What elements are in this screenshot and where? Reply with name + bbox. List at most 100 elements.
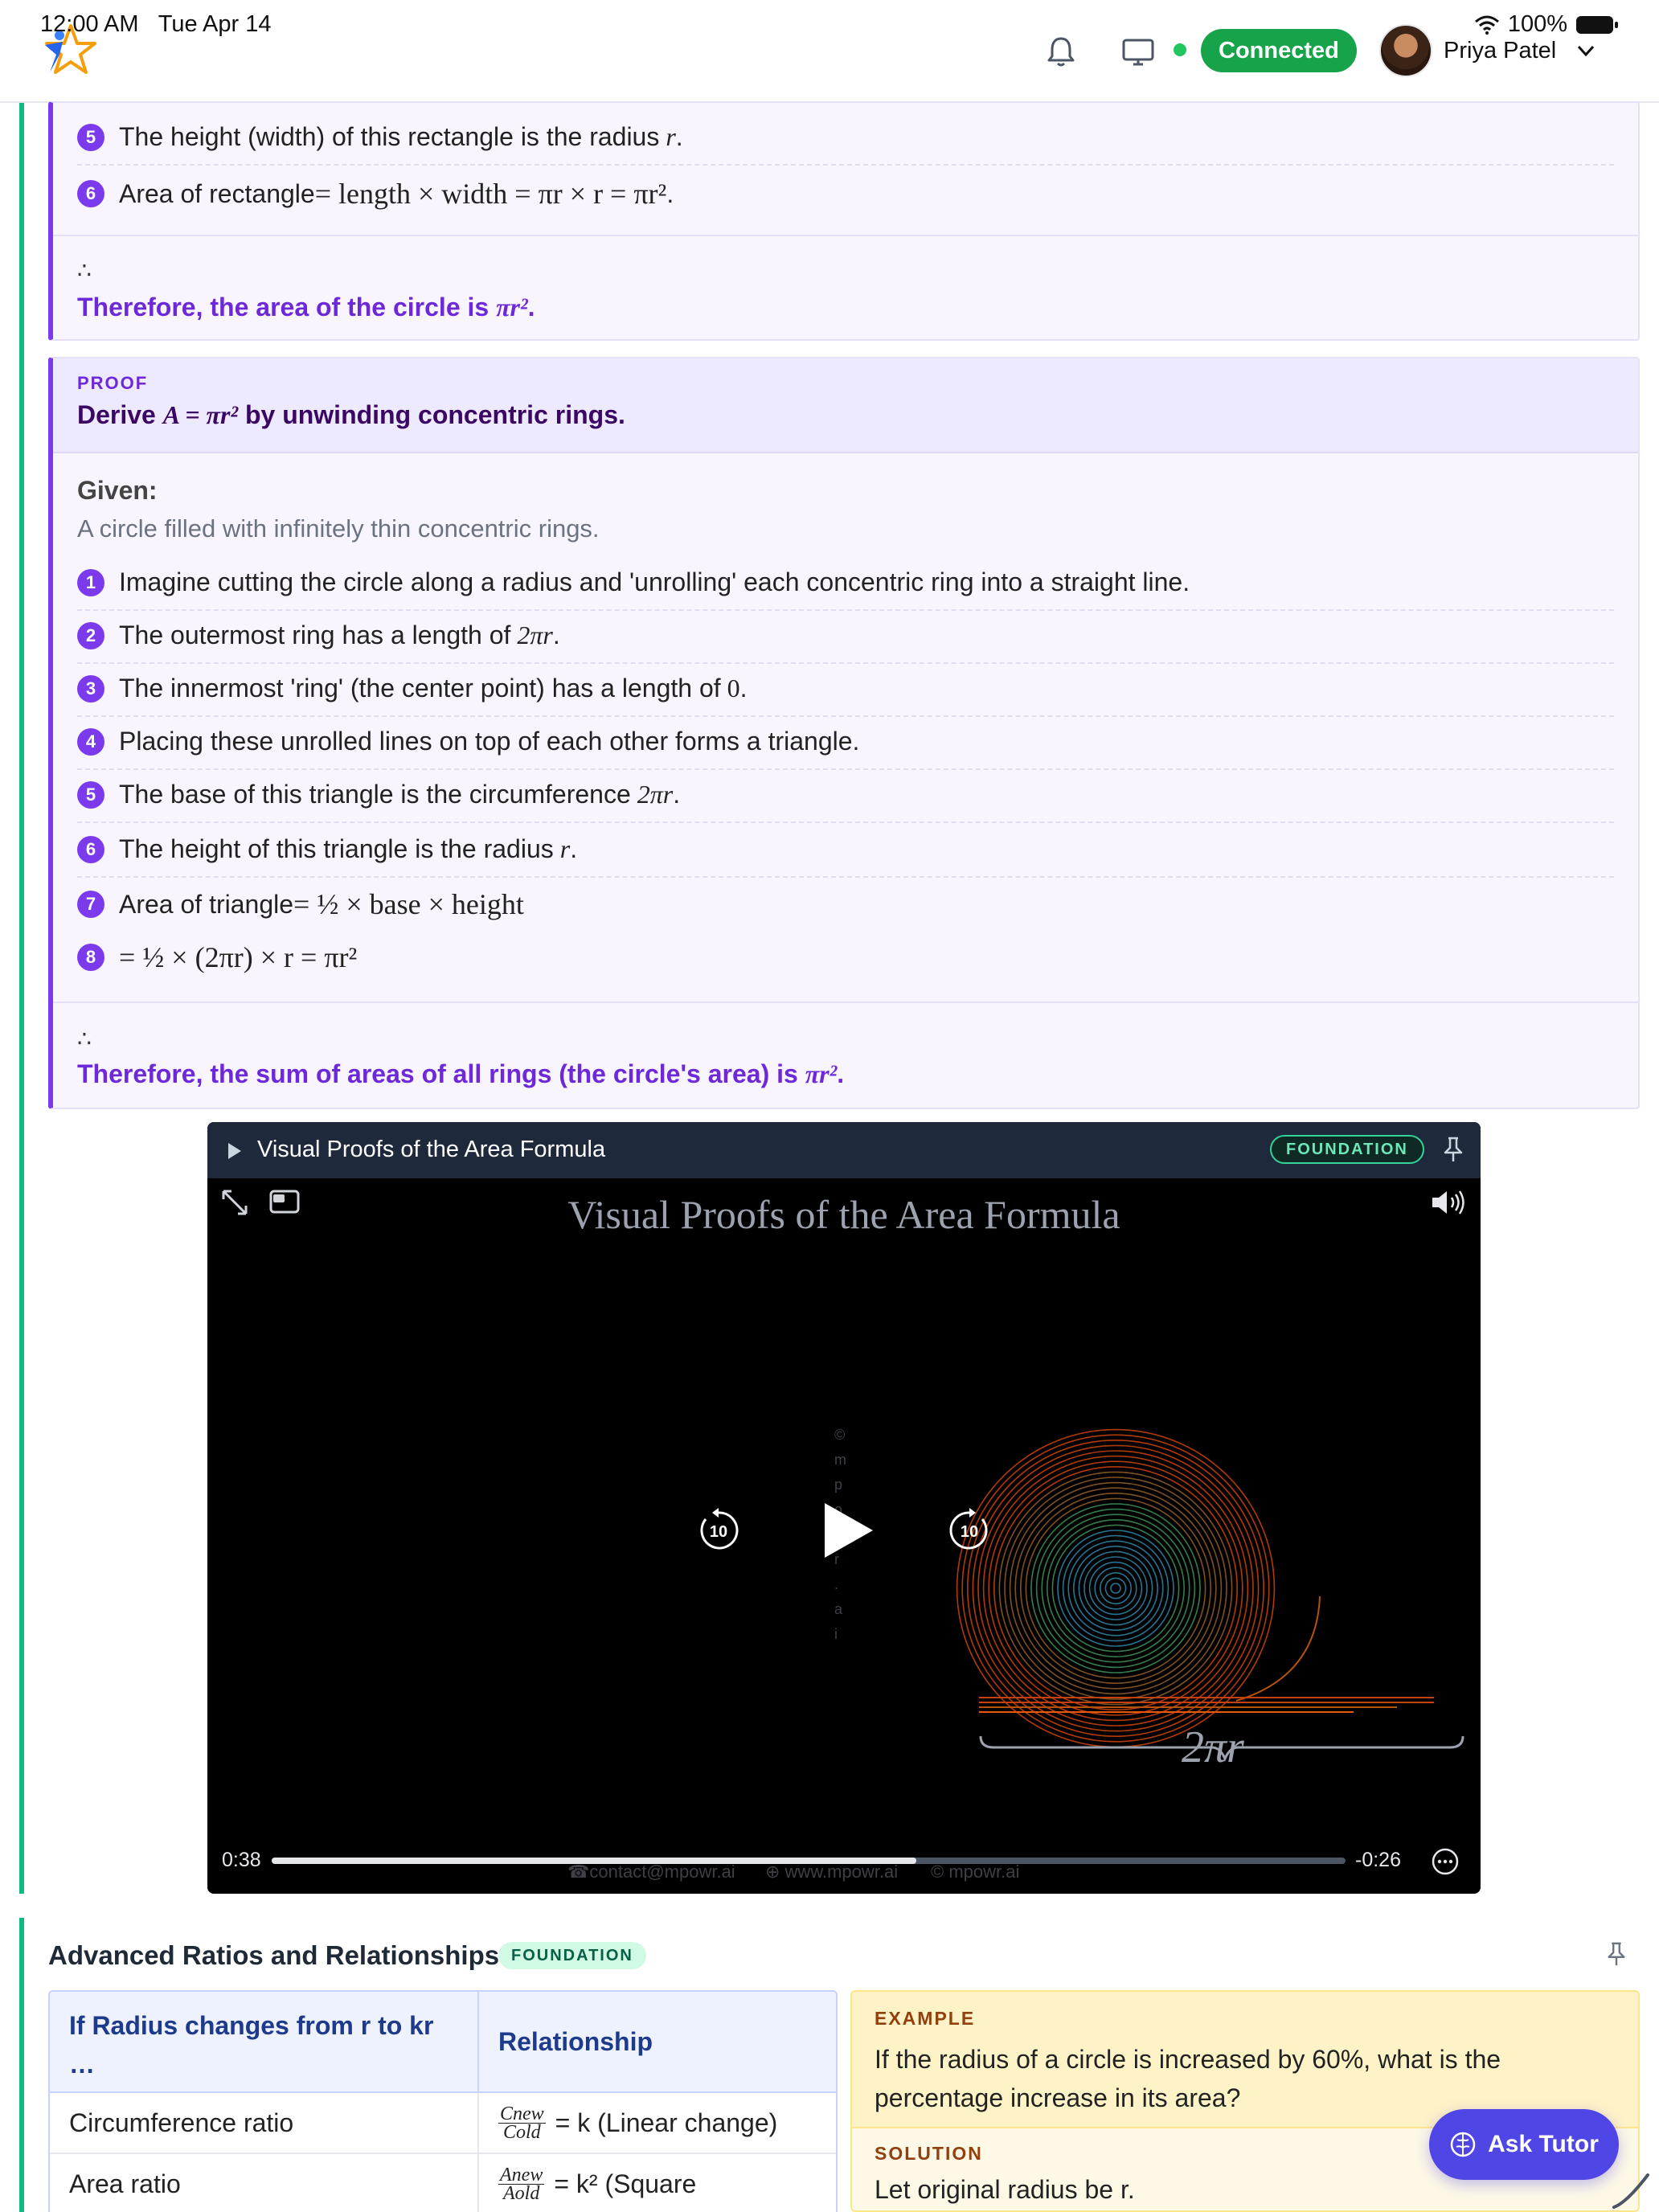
step-math: 2πr xyxy=(637,780,674,809)
conclusion-math: πr² xyxy=(805,1059,838,1088)
step-number: 6 xyxy=(77,835,104,863)
battery-icon xyxy=(1576,15,1618,34)
table-cell: Circumference ratio xyxy=(50,2093,479,2153)
step-number: 4 xyxy=(77,727,104,756)
date-text: Tue Apr 14 xyxy=(158,11,272,37)
step-math: 0 xyxy=(727,674,740,703)
proof-conclusion: Therefore, the area of the circle is πr²… xyxy=(77,293,535,322)
given-text: A circle filled with infinitely thin con… xyxy=(77,514,600,543)
step-divider xyxy=(77,609,1614,611)
more-options-icon[interactable] xyxy=(1431,1847,1460,1876)
step-number: 7 xyxy=(77,891,104,918)
step-tail: . xyxy=(673,780,681,809)
step-text: Area of rectangle xyxy=(119,178,315,208)
fraction-numerator: Cnew xyxy=(498,2103,546,2124)
proof-header: PROOF Derive A = πr² by unwinding concen… xyxy=(53,358,1638,453)
step-text: Area of triangle xyxy=(119,889,294,919)
step-tail: . xyxy=(739,674,748,703)
relationship-text: = k (Linear change) xyxy=(555,2108,778,2137)
step-math: = ½ × (2πr) × r = πr² xyxy=(119,941,358,973)
ask-tutor-label: Ask Tutor xyxy=(1488,2131,1599,2157)
step-tail: . xyxy=(666,178,674,208)
status-indicators: 100% xyxy=(1474,11,1619,38)
skip-back-icon[interactable]: 10 xyxy=(694,1506,743,1555)
step-divider xyxy=(77,164,1614,166)
pencil-icon[interactable] xyxy=(1611,2170,1651,2210)
skip-forward-label: 10 xyxy=(961,1523,978,1541)
given-label: Given: xyxy=(77,476,158,505)
proof-step: 5 The height (width) of this rectangle i… xyxy=(77,122,683,152)
pin-icon[interactable] xyxy=(1603,1940,1630,1968)
ask-tutor-button[interactable]: Ask Tutor xyxy=(1429,2109,1619,2180)
table-row: Circumference ratio Cnew Cold = k (Linear… xyxy=(50,2093,836,2154)
title-prefix: Derive xyxy=(77,400,163,429)
watermark-site: ⊕ www.mpowr.ai xyxy=(765,1862,899,1882)
proof-step: 8 = ½ × (2πr) × r = πr² xyxy=(77,940,357,974)
title-math: A = πr² xyxy=(162,400,239,429)
proof-step: 4 Placing these unrolled lines on top of… xyxy=(77,727,859,756)
table-cell: Cnew Cold = k (Linear change) xyxy=(479,2093,836,2153)
ratio-table: If Radius changes from r to kr … Relatio… xyxy=(48,1990,838,2212)
fraction-numerator: Anew xyxy=(498,2164,545,2185)
video-ring xyxy=(1104,1577,1127,1600)
video-ring xyxy=(1051,1524,1180,1653)
skip-forward-icon[interactable]: 10 xyxy=(945,1506,993,1555)
card-divider xyxy=(53,235,1638,236)
step-tail: . xyxy=(552,621,560,649)
proof-label: PROOF xyxy=(77,373,149,393)
conclusion-text: Therefore, the area of the circle is xyxy=(77,293,497,322)
table-row: Area ratio Anew Aold = k² (Square xyxy=(50,2154,836,2212)
section-accent-bar xyxy=(19,1918,24,2212)
video-ring xyxy=(1057,1530,1174,1647)
step-divider xyxy=(77,662,1614,664)
video-player[interactable]: Visual Proofs of the Area Formula FOUNDA… xyxy=(207,1122,1481,1894)
step-divider xyxy=(77,768,1614,770)
proof-conclusion: Therefore, the sum of areas of all rings… xyxy=(77,1059,844,1089)
step-text: The base of this triangle is the circumf… xyxy=(119,780,631,809)
video-ring xyxy=(1035,1508,1196,1669)
proof-card-rectangle: 5 The height (width) of this rectangle i… xyxy=(48,101,1640,341)
video-ring xyxy=(977,1450,1254,1727)
table-header: If Radius changes from r to kr … Relatio… xyxy=(50,1992,836,2093)
therefore-symbol: ∴ xyxy=(77,258,92,283)
card-divider xyxy=(53,1002,1638,1003)
proof-step: 7 Area of triangle = ½ × base × height xyxy=(77,887,524,921)
step-math: r xyxy=(666,122,676,151)
video-ring xyxy=(961,1434,1270,1743)
video-title: Visual Proofs of the Area Formula xyxy=(257,1137,606,1162)
video-ring xyxy=(1100,1571,1133,1604)
watermark-contact: ☎contact@mpowr.ai xyxy=(567,1862,735,1882)
proof-step: 5 The base of this triangle is the circu… xyxy=(77,780,680,809)
video-ring xyxy=(1073,1545,1159,1631)
level-badge: FOUNDATION xyxy=(498,1942,646,1969)
proof-step: 3 The innermost 'ring' (the center point… xyxy=(77,674,748,703)
example-label: EXAMPLE xyxy=(875,2008,976,2029)
step-number: 5 xyxy=(77,123,104,151)
step-text: Placing these unrolled lines on top of e… xyxy=(119,727,860,756)
proof-title: Derive A = πr² by unwinding concentric r… xyxy=(77,400,625,430)
video-ring xyxy=(1088,1561,1143,1616)
battery-percent: 100% xyxy=(1507,11,1567,37)
play-icon[interactable] xyxy=(817,1498,878,1563)
video-label-circumference: 2πr xyxy=(1182,1722,1244,1772)
step-divider xyxy=(77,821,1614,823)
status-time: 12:00 AM Tue Apr 14 xyxy=(40,11,272,38)
step-number: 8 xyxy=(77,944,104,971)
step-tail: . xyxy=(675,122,683,151)
video-ring xyxy=(988,1460,1243,1716)
section-accent-bar xyxy=(19,103,24,1894)
step-text: The height (width) of this rectangle is … xyxy=(119,122,660,151)
play-triangle-icon[interactable] xyxy=(228,1143,241,1159)
solution-text: Let original radius be r. xyxy=(875,2175,1135,2204)
pin-icon[interactable] xyxy=(1439,1135,1468,1164)
step-math: = length × width = πr × r = πr² xyxy=(314,178,667,210)
table-cell: Anew Aold = k² (Square xyxy=(479,2154,836,2212)
video-ring xyxy=(1067,1540,1164,1636)
video-ring xyxy=(998,1471,1233,1706)
conclusion-text: Therefore, the sum of areas of all rings… xyxy=(77,1059,805,1088)
therefore-symbol: ∴ xyxy=(77,1026,92,1051)
status-bar: 12:00 AM Tue Apr 14 100% xyxy=(0,0,1659,48)
step-number: 3 xyxy=(77,674,104,703)
video-ring xyxy=(1047,1518,1186,1657)
table-cell: Area ratio xyxy=(50,2154,479,2212)
